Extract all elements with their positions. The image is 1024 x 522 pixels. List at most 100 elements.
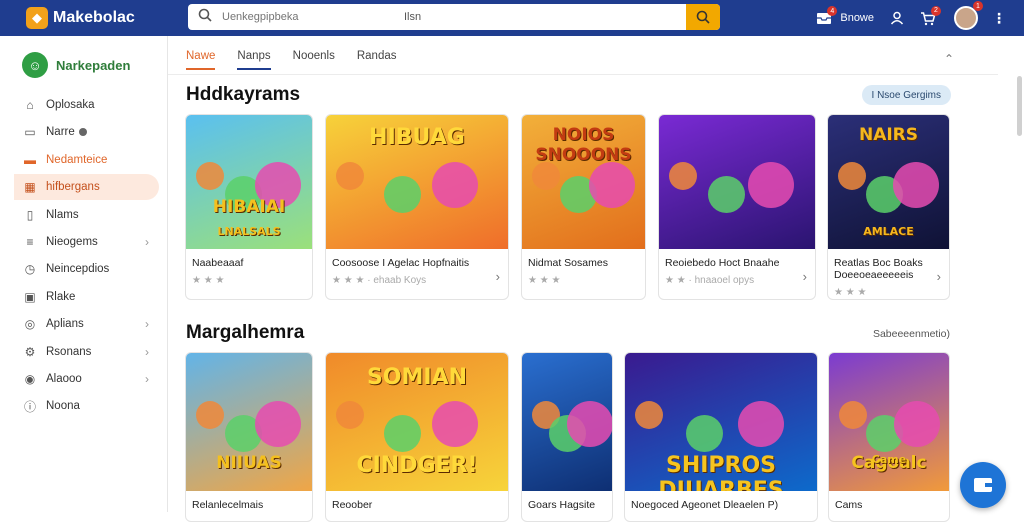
sidebar-item-10[interactable]: ⚙ Rsonans › [0,339,167,365]
app-thumbnail[interactable]: SOMIAN CINDGER! [326,353,508,491]
status-dot-icon [78,128,87,137]
chevron-right-icon[interactable]: › [937,269,941,284]
chevron-right-icon[interactable]: › [803,269,807,284]
app-thumbnail[interactable]: Cagoalc Came [829,353,949,491]
sidebar-item-1[interactable]: ⌂ Oplosaka [0,92,167,118]
notifications-button[interactable]: 4 [816,6,838,25]
rating-stars: ★ ★ ★ [192,275,225,286]
floating-action-button[interactable] [960,462,1006,508]
thumbnail-character [384,175,421,213]
thumbnail-character [336,161,364,190]
app-card[interactable]: HIBAIAI LNALSALS Naabeaaaf ★ ★ ★ [185,114,313,300]
app-card-title[interactable]: Cams [835,499,949,511]
sidebar: ☺ Narkepaden ⌂ Oplosaka ▭ Narre ▬ Nedamteice ▦… [0,36,168,512]
app-card[interactable]: NIIUAS Relanlecelmais [185,352,313,522]
section-1-filter-pill[interactable]: I Nsoe Gergims [861,85,951,105]
sidebar-item-6[interactable]: ≡ Nieogems › [0,229,167,255]
search-button[interactable] [686,4,720,30]
thumbnail-title: HIBAIAI [212,197,286,217]
chevron-right-icon[interactable]: › [496,269,500,284]
search-scope[interactable]: Ilsn [404,11,421,23]
sidebar-item-label: Oplosaka [46,99,95,111]
app-card-title[interactable]: Reatlas Boc Boaks Doeeoeaeeeeeis [834,257,937,281]
thumbnail-character [566,401,612,448]
scrollbar[interactable] [1017,76,1022,136]
tab-1[interactable]: Nawe [186,50,216,70]
app-thumbnail[interactable]: HIBUAG [326,115,508,249]
sidebar-item-4[interactable]: ▦ hifbergans [14,174,159,201]
cart-button[interactable]: 2 [920,5,941,26]
tab-3[interactable]: Nooenls [293,50,335,70]
sidebar-item-3[interactable]: ▬ Nedamteice [0,147,167,173]
app-thumbnail[interactable]: NOIOS SNOOONS [522,115,645,249]
app-card[interactable]: Goars Hagsite [521,352,613,522]
sidebar-item-12[interactable]: ⓘ Noona [0,393,167,419]
thumbnail-character [839,401,867,430]
sidebar-item-label: Nlams [46,208,79,221]
app-card[interactable]: SOMIAN CINDGER! Reoober [325,352,509,522]
app-card-title[interactable]: Reoiebedo Hoct Bnaahe [665,257,815,269]
chevron-right-icon: › [145,344,149,359]
thumbnail-character [588,161,635,208]
app-thumbnail[interactable] [659,115,815,249]
profile-badge: 1 [973,1,983,11]
app-card[interactable]: NAIRS AMLACE Reatlas Boc Boaks Doeeoeaeeee… [827,114,950,300]
sidebar-item-8[interactable]: ▣ Rlake [0,284,167,310]
app-card-title[interactable]: Reoober [332,499,508,511]
app-logo[interactable]: ◆ Makebolac [26,7,176,29]
app-thumbnail[interactable]: NIIUAS [186,353,312,491]
app-card-title[interactable]: Coosoose I Agelac Hopfnaitis [332,257,508,269]
app-thumbnail[interactable] [522,353,612,491]
sidebar-item-9[interactable]: ◎ Aplians › [0,311,167,337]
settings-icon: ◎ [24,317,36,332]
sidebar-brand[interactable]: ☺ Narkepaden [22,52,167,78]
cart-badge: 2 [931,5,941,16]
thumbnail-title: SOMIAN [366,365,468,390]
sidebar-item-label: Noona [46,400,80,413]
sidebar-item-7[interactable]: ◷ Neincepdios [0,256,167,282]
app-thumbnail[interactable]: NAIRS AMLACE [828,115,949,249]
more-menu-button[interactable]: ⋮ [992,10,1006,27]
app-card[interactable]: HIBUAG Coosoose I Agelac Hopfnaitis ★ ★ ★ … [325,114,509,300]
thumbnail-title: NIIUAS [216,453,282,473]
sidebar-item-label: Aplians [46,318,84,331]
app-card[interactable]: NOIOS SNOOONS Nidmat Sosames ★ ★ ★ [521,114,646,300]
app-card-title[interactable]: Relanlecelmais [192,499,312,511]
app-card-title[interactable]: Nidmat Sosames [528,257,645,269]
search-input[interactable] [222,11,392,23]
notification-badge: 4 [827,6,838,16]
info-icon: ⓘ [23,399,36,414]
account-button[interactable] [890,11,904,25]
app-card-title[interactable]: Naabeaaaf [192,257,312,269]
sidebar-item-2[interactable]: ▭ Narre [0,119,167,145]
sidebar-item-5[interactable]: ▯ Nlams [0,202,167,228]
profile-button[interactable]: 1 [954,1,983,30]
app-thumbnail[interactable]: SHIPROS DIUARBES [625,353,817,491]
clock-icon: ◷ [24,262,36,277]
tab-2[interactable]: Nanps [237,50,271,70]
chevron-right-icon: › [145,234,149,249]
see-more-link[interactable]: Sabeeeenmetio) [873,328,950,340]
collapse-icon[interactable]: ⌃ [944,52,954,66]
thumbnail-character [669,161,697,190]
sidebar-item-label: hifbergans [46,181,100,194]
thumbnail-character [196,401,224,430]
app-thumbnail[interactable]: HIBAIAI LNALSALS [186,115,312,249]
sidebar-item-label: Rsonans [46,345,92,358]
header-actions: 4 Bnowe 2 1 ⋮ [804,0,1006,36]
app-card[interactable]: Cagoalc Came Cams [828,352,950,522]
rating-stars: ★ ★ · hnaaoel opys [665,275,755,286]
sidebar-item-11[interactable]: ◉ Alaooo › [0,366,167,392]
thumbnail-character [893,401,940,448]
thumbnail-subtitle: Came [871,453,907,466]
app-card-title[interactable]: Noegoced Ageonet Dleaelen P) [631,499,817,511]
user-label[interactable]: Bnowe [840,12,874,24]
app-card[interactable]: SHIPROS DIUARBES Noegoced Ageonet Dleaele… [624,352,818,522]
wallet-icon [974,478,992,492]
app-card-title[interactable]: Goars Hagsite [528,499,612,511]
tab-4[interactable]: Randas [357,50,397,70]
thumbnail-subtitle: LNALSALS [217,225,281,238]
sidebar-item-label: Rlake [46,290,76,303]
sidebar-item-label: Nedamteice [46,153,108,166]
app-card[interactable]: Reoiebedo Hoct Bnaahe ★ ★ · hnaaoel opys › [658,114,816,300]
